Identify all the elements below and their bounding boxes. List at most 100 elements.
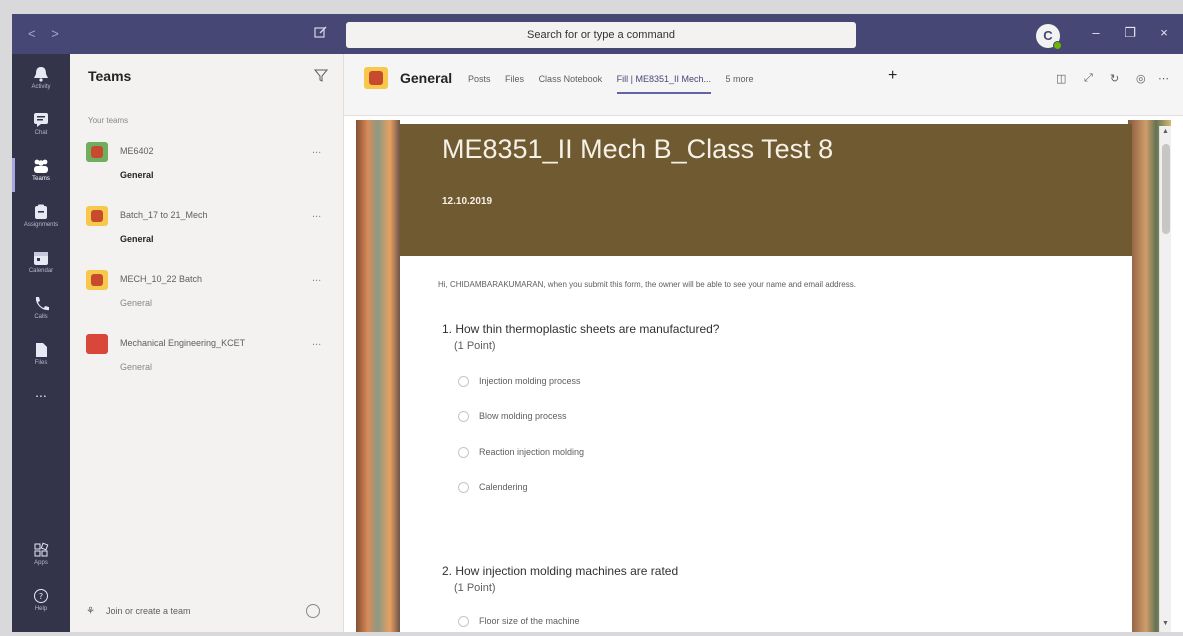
back-forward-icon[interactable]: < > <box>28 26 65 41</box>
team-name: Mechanical Engineering_KCET <box>120 338 246 348</box>
svg-text:?: ? <box>39 592 43 601</box>
option-radio[interactable]: Calendering <box>458 482 528 494</box>
tab-posts[interactable]: Posts <box>468 74 491 84</box>
minimize-button[interactable]: – <box>1086 25 1106 40</box>
rail-label: Activity <box>31 84 51 90</box>
rail-item-activity[interactable]: Activity <box>12 60 70 106</box>
more-options-icon[interactable]: ... <box>312 272 321 284</box>
close-button[interactable]: × <box>1154 25 1174 40</box>
more-options-icon[interactable]: ... <box>312 144 321 156</box>
rail-label: Calls <box>34 314 48 320</box>
channel-general[interactable]: General <box>120 298 152 308</box>
scroll-down-icon[interactable]: ▼ <box>1162 620 1169 627</box>
expand-icon[interactable]: ⤢ <box>1084 72 1093 85</box>
question-2: 2. How injection molding machines are ra… <box>442 564 679 578</box>
filter-icon[interactable] <box>314 68 328 82</box>
globe-icon[interactable]: ◎ <box>1136 72 1146 85</box>
rail-item-help[interactable]: ? Help <box>12 582 70 628</box>
new-chat-icon[interactable] <box>314 25 330 41</box>
team-tile <box>86 142 108 162</box>
tab-more[interactable]: 5 more <box>726 74 754 84</box>
join-create-team-link[interactable]: ⚘ Join or create a team <box>86 606 191 617</box>
join-label: Join or create a team <box>106 606 191 616</box>
teams-icon <box>34 159 48 173</box>
tab-form[interactable]: Fill | ME8351_II Mech... <box>616 74 711 94</box>
add-team-icon: ⚘ <box>86 606 95 617</box>
team-tile <box>86 270 108 290</box>
radio-button[interactable] <box>458 616 469 628</box>
tab-class-notebook[interactable]: Class Notebook <box>539 74 603 84</box>
rail-item-teams[interactable]: Teams <box>12 152 70 198</box>
rail-item-files[interactable]: Files <box>12 336 70 382</box>
more-options-icon[interactable]: ⋯ <box>1158 72 1169 85</box>
chat-icon <box>34 113 48 127</box>
rail-label: Files <box>34 360 48 366</box>
rail-label: Teams <box>32 176 50 182</box>
question-1: 1. How thin thermoplastic sheets are man… <box>442 322 720 336</box>
app-rail: Activity Chat Teams Assignments Calendar… <box>12 54 70 632</box>
more-options-icon[interactable]: ... <box>312 336 321 348</box>
option-label: Floor size of the machine <box>479 616 580 626</box>
tab-content: ME8351_II Mech B_Class Test 8 12.10.2019… <box>356 120 1171 632</box>
option-radio[interactable]: Floor size of the machine <box>458 616 580 628</box>
channel-general[interactable]: General <box>120 234 154 244</box>
team-name: MECH_10_22 Batch <box>120 274 203 284</box>
channel-general[interactable]: General <box>120 170 154 180</box>
teams-app-window: < > Search for or type a command C – ❐ ×… <box>12 14 1183 632</box>
assignments-icon <box>35 204 47 219</box>
channel-tabs: Posts Files Class Notebook Fill | ME8351… <box>468 74 766 94</box>
rail-item-chat[interactable]: Chat <box>12 106 70 152</box>
scroll-up-icon[interactable]: ▲ <box>1162 128 1169 135</box>
radio-button[interactable] <box>458 482 469 494</box>
rail-label: Calendar <box>28 268 54 274</box>
conversation-icon[interactable]: ◫ <box>1056 72 1066 85</box>
rail-item-assignments[interactable]: Assignments <box>12 198 70 244</box>
team-name: ME6402 <box>120 146 154 156</box>
rail-item-calls[interactable]: Calls <box>12 290 70 336</box>
identity-notice: Hi, CHIDAMBARAKUMARAN, when you submit t… <box>438 280 856 289</box>
option-label: Injection molding process <box>479 376 581 386</box>
channel-general[interactable]: General <box>120 362 152 372</box>
question-2-points: (1 Point) <box>454 582 496 594</box>
rail-item-calendar[interactable]: Calendar <box>12 244 70 290</box>
rail-item-apps[interactable]: Apps <box>12 536 70 582</box>
form-date: 12.10.2019 <box>442 196 493 207</box>
channel-header: General Posts Files Class Notebook Fill … <box>344 54 1183 116</box>
title-bar: < > Search for or type a command C – ❐ × <box>12 14 1183 54</box>
avatar[interactable]: C <box>1036 24 1062 50</box>
settings-icon[interactable] <box>306 604 320 618</box>
bell-icon <box>34 67 48 82</box>
rail-label: Assignments <box>23 222 59 228</box>
search-input[interactable]: Search for or type a command <box>346 22 856 48</box>
option-radio[interactable]: Reaction injection molding <box>458 447 585 459</box>
radio-button[interactable] <box>458 376 469 388</box>
file-icon <box>36 343 47 357</box>
more-options-icon[interactable]: ... <box>312 208 321 220</box>
restore-button[interactable]: ❐ <box>1120 25 1140 41</box>
team-tile <box>86 206 108 226</box>
scroll-thumb[interactable] <box>1162 144 1170 234</box>
form-card: ME8351_II Mech B_Class Test 8 12.10.2019… <box>400 124 1132 632</box>
option-label: Blow molding process <box>479 411 567 421</box>
help-icon: ? <box>34 589 48 603</box>
team-tile <box>86 334 108 354</box>
your-teams-label: Your teams <box>88 116 129 125</box>
rail-more-icon[interactable]: ... <box>12 384 70 430</box>
rail-label: Apps <box>34 560 48 566</box>
radio-button[interactable] <box>458 447 469 459</box>
form-banner: ME8351_II Mech B_Class Test 8 12.10.2019 <box>400 124 1132 256</box>
add-tab-button[interactable]: + <box>888 67 897 85</box>
option-label: Reaction injection molding <box>479 447 585 457</box>
calendar-icon <box>34 252 48 265</box>
radio-button[interactable] <box>458 411 469 423</box>
team-name: Batch_17 to 21_Mech <box>120 210 208 220</box>
avatar-initial: C <box>1043 28 1053 43</box>
option-radio[interactable]: Blow molding process <box>458 411 567 423</box>
scrollbar[interactable]: ▲ ▼ <box>1159 126 1171 632</box>
refresh-icon[interactable]: ↻ <box>1110 72 1119 85</box>
teams-panel: Teams Your teams ME6402 ... General Batc… <box>70 54 344 632</box>
option-radio[interactable]: Injection molding process <box>458 376 581 388</box>
tab-files[interactable]: Files <box>505 74 524 84</box>
teams-heading: Teams <box>88 68 132 84</box>
form-title: ME8351_II Mech B_Class Test 8 <box>442 134 834 164</box>
